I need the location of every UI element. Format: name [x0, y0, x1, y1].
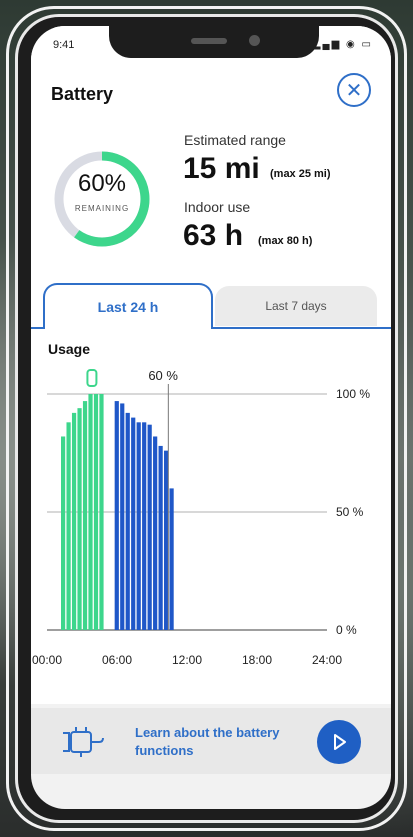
page-title: Battery [51, 84, 114, 104]
camera [249, 35, 260, 46]
plug-icon [63, 727, 104, 757]
close-button[interactable]: ✕ [337, 73, 371, 107]
play-button[interactable] [317, 720, 361, 764]
y-tick-label: 50 % [336, 505, 364, 519]
y-tick-label: 100 % [336, 387, 370, 401]
indoor-use-max: (max 80 h) [258, 235, 313, 247]
tab-last-7-days[interactable]: Last 7 days [215, 286, 377, 326]
battery-gauge [54, 151, 150, 247]
battery-percent: 60% [77, 170, 127, 197]
speaker [191, 38, 227, 44]
remaining-label: REMAINING [74, 204, 130, 213]
close-icon: ✕ [345, 79, 363, 102]
usage-bar [71, 412, 77, 630]
current-level-label: 60 % [148, 368, 178, 383]
learn-banner[interactable]: Learn about the battery functions [31, 708, 391, 774]
charging-icon [86, 369, 98, 387]
usage-bar [66, 422, 71, 630]
status-icons: ▂▄▆ ◉ ▭ [312, 39, 373, 50]
phone-notch [109, 26, 319, 58]
usage-bar [82, 401, 88, 630]
usage-bar [93, 394, 99, 630]
usage-bar [114, 401, 119, 630]
usage-bar [164, 450, 169, 630]
estimated-range-max: (max 25 mi) [270, 168, 331, 180]
usage-label: Usage [48, 341, 91, 357]
usage-bar [61, 436, 66, 630]
usage-bar [77, 408, 82, 630]
estimated-range-value: 15 mi [183, 152, 260, 185]
usage-bar [169, 488, 174, 630]
x-tick-label: 06:00 [102, 653, 132, 667]
status-time: 9:41 [53, 39, 75, 51]
x-tick-label: 00:00 [32, 653, 62, 667]
y-tick-label: 0 % [336, 623, 357, 637]
usage-bar [142, 422, 147, 630]
estimated-range-label: Estimated range [184, 132, 286, 148]
x-tick-label: 24:00 [312, 653, 342, 667]
x-tick-label: 18:00 [242, 653, 272, 667]
phone-screen: 9:41 ▂▄▆ ◉ ▭ Battery ✕ 60% REMAINING Est… [31, 26, 391, 809]
usage-bar [131, 417, 136, 630]
usage-bar [99, 394, 104, 630]
usage-bar [88, 394, 93, 630]
gauge-level-arc [74, 151, 150, 247]
indoor-use-value: 63 h [183, 219, 244, 252]
usage-chart: 100 % 50 % 0 % 60 % 00:00 06:00 12:00 18:00 24:0… [32, 368, 370, 667]
indoor-use-label: Indoor use [184, 199, 251, 215]
usage-bar [136, 422, 141, 630]
usage-bar [120, 403, 125, 630]
banner-text: Learn about the battery functions [135, 725, 280, 758]
usage-bar [125, 412, 130, 630]
tab-last-24h[interactable]: Last 24 h [43, 283, 213, 329]
usage-bar [153, 436, 158, 630]
x-tick-label: 12:00 [172, 653, 202, 667]
usage-bar [158, 445, 163, 630]
usage-bar [147, 424, 152, 630]
play-icon [334, 734, 346, 750]
